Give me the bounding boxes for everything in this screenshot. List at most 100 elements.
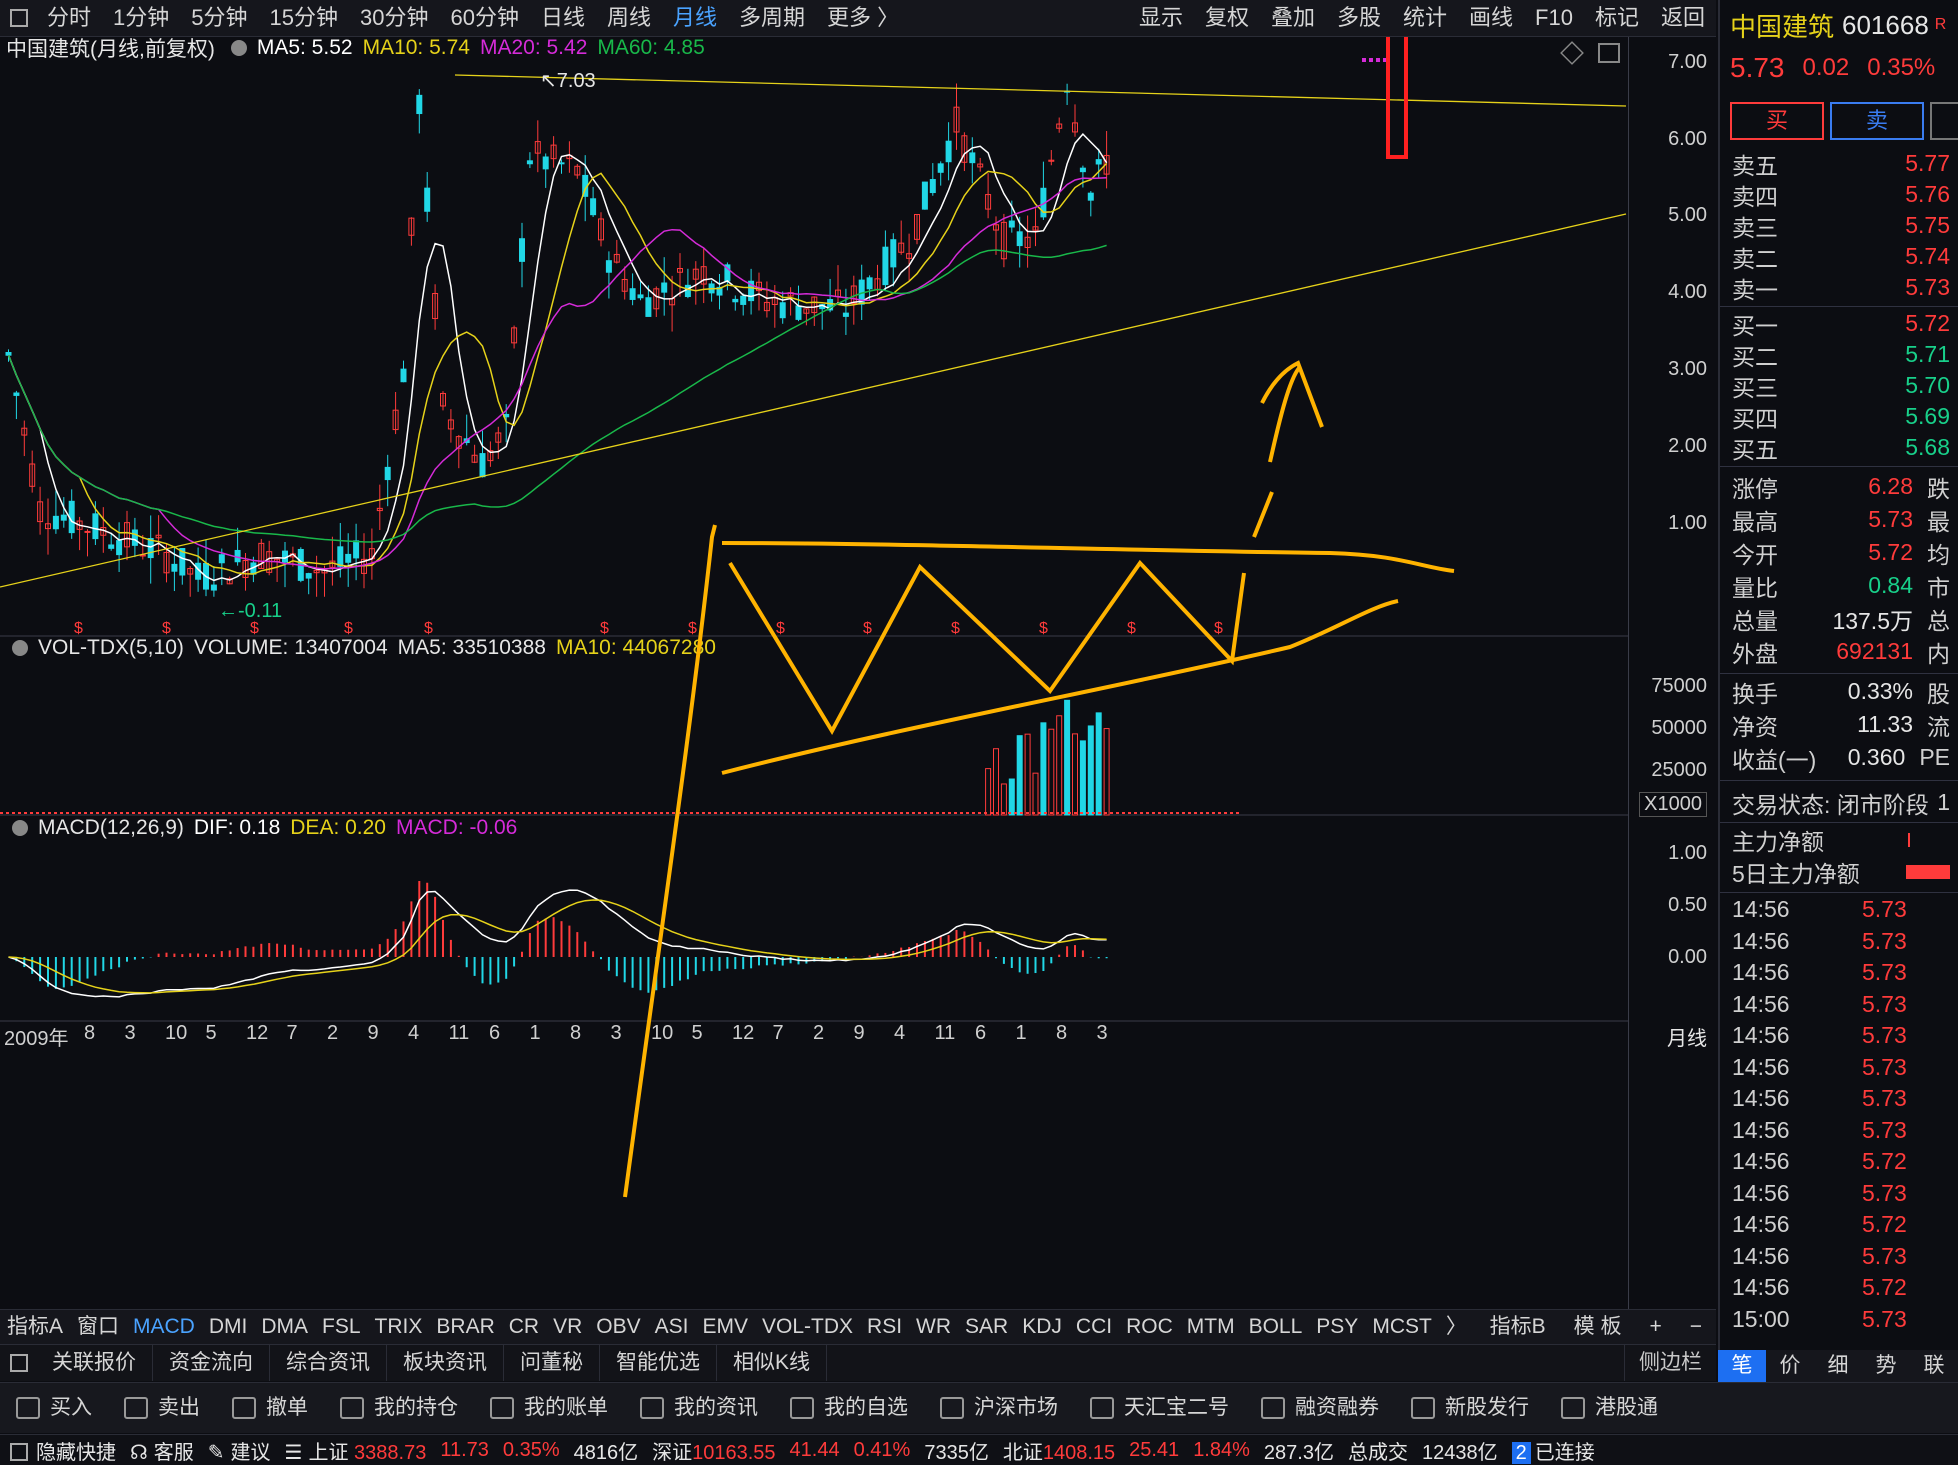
- chart-tool-button[interactable]: 复权: [1194, 0, 1260, 36]
- indicator-tab[interactable]: CCI: [1069, 1310, 1119, 1344]
- indicator-right-tab[interactable]: 模 板: [1560, 1310, 1636, 1344]
- info-tab[interactable]: 资金流向: [153, 1345, 270, 1381]
- indicator-tab[interactable]: OBV: [589, 1310, 647, 1344]
- quote-value: 5.75: [1905, 212, 1950, 238]
- detail-tab[interactable]: 细: [1814, 1350, 1862, 1382]
- info-tab[interactable]: 综合资讯: [270, 1345, 387, 1381]
- toolbar-button[interactable]: 港股通: [1545, 1383, 1674, 1433]
- indicator-tab[interactable]: BRAR: [429, 1310, 501, 1344]
- buy-button[interactable]: 买: [1730, 102, 1824, 140]
- indicator-tab[interactable]: FSL: [315, 1310, 368, 1344]
- indicator-tab[interactable]: TRIX: [368, 1310, 430, 1344]
- period-tab[interactable]: 月线: [662, 0, 728, 36]
- service-button[interactable]: ☊ 客服: [130, 1436, 194, 1465]
- sz-index[interactable]: 深证10163.55: [652, 1436, 775, 1465]
- volume-bar: [1079, 740, 1086, 816]
- quote-row: 量比 0.84 市: [1720, 569, 1958, 602]
- period-tab[interactable]: 60分钟: [439, 0, 529, 36]
- chart-canvas[interactable]: ↖7.03←-0.11$ $ $ $ $ $ $ $ $ $ $ $ $: [0, 37, 1628, 1309]
- quote-extra: 最: [1927, 508, 1950, 535]
- candle-body: [116, 540, 123, 556]
- indicator-tab[interactable]: PSY: [1309, 1310, 1365, 1344]
- period-tab[interactable]: 15分钟: [259, 0, 349, 36]
- chart-tool-button[interactable]: 画线: [1458, 0, 1524, 36]
- period-tab[interactable]: 日线: [530, 0, 596, 36]
- menu-toggle-icon[interactable]: [10, 9, 28, 27]
- period-tab[interactable]: 分时: [36, 0, 102, 36]
- toolbar-label: 我的资讯: [674, 1396, 758, 1419]
- period-tab[interactable]: 1分钟: [102, 0, 180, 36]
- indicator-tab[interactable]: WR: [909, 1310, 958, 1344]
- period-tab[interactable]: 5分钟: [180, 0, 258, 36]
- chart-tool-button[interactable]: 显示: [1128, 0, 1194, 36]
- connection-status[interactable]: 2 已连接: [1511, 1436, 1595, 1465]
- indicator-tab[interactable]: VOL-TDX: [755, 1310, 860, 1344]
- indicator-tab[interactable]: SAR: [958, 1310, 1015, 1344]
- chart-tool-button[interactable]: 返回: [1650, 0, 1716, 36]
- info-tab[interactable]: 相似K线: [717, 1345, 828, 1381]
- indicator-tab[interactable]: 指标A: [0, 1310, 70, 1344]
- toolbar-button[interactable]: 融资融券: [1245, 1383, 1395, 1433]
- indicator-tab[interactable]: DMA: [254, 1310, 315, 1344]
- indicator-tab[interactable]: 窗口: [70, 1310, 126, 1344]
- indicator-tab[interactable]: MACD: [126, 1310, 202, 1344]
- info-tab[interactable]: 问董秘: [504, 1345, 600, 1381]
- indicator-tab[interactable]: EMV: [696, 1310, 756, 1344]
- period-tab[interactable]: 周线: [596, 0, 662, 36]
- indicator-tab[interactable]: CR: [502, 1310, 546, 1344]
- toolbar-button[interactable]: 卖出: [108, 1383, 216, 1433]
- indicator-tab[interactable]: MTM: [1180, 1310, 1242, 1344]
- hide-shortcuts-button[interactable]: 隐藏快捷: [10, 1436, 116, 1465]
- toolbar-button[interactable]: 撤单: [216, 1383, 324, 1433]
- toolbar-button[interactable]: 买入: [0, 1383, 108, 1433]
- indicator-tab[interactable]: MCST: [1365, 1310, 1439, 1344]
- toolbar-button[interactable]: 我的资讯: [624, 1383, 774, 1433]
- detail-tab[interactable]: 势: [1862, 1350, 1910, 1382]
- toolbar-icon: [124, 1397, 148, 1419]
- chart-tool-button[interactable]: 标记: [1584, 0, 1650, 36]
- chart-tool-button[interactable]: 统计: [1392, 0, 1458, 36]
- indicator-right-tab[interactable]: +: [1635, 1310, 1675, 1344]
- detail-tab[interactable]: 联: [1910, 1350, 1958, 1382]
- quote-value: 5.77: [1905, 150, 1950, 176]
- tick-row: 14:56 5.73: [1720, 1178, 1958, 1210]
- chart-tool-button[interactable]: 多股: [1326, 0, 1392, 36]
- period-tab[interactable]: 多周期: [728, 0, 816, 36]
- indicator-tab[interactable]: 〉: [1439, 1310, 1474, 1344]
- bz-index[interactable]: 北证1408.15: [1003, 1436, 1115, 1465]
- detail-tab[interactable]: 笔: [1718, 1350, 1766, 1382]
- sh-index[interactable]: ☰ 上证 3388.73: [285, 1436, 427, 1465]
- toolbar-button[interactable]: 我的持仓: [324, 1383, 474, 1433]
- more-button[interactable]: [1930, 102, 1958, 140]
- period-tab[interactable]: 更多 〉: [816, 0, 910, 36]
- chart-tool-button[interactable]: F10: [1524, 0, 1584, 36]
- info-tab[interactable]: 智能优选: [600, 1345, 717, 1381]
- toolbar-button[interactable]: 我的账单: [474, 1383, 624, 1433]
- info-tab[interactable]: 关联报价: [36, 1345, 153, 1381]
- indicator-tab[interactable]: KDJ: [1015, 1310, 1069, 1344]
- indicator-tab[interactable]: VR: [546, 1310, 589, 1344]
- info-tabs: 关联报价 资金流向 综合资讯 板块资讯 问董秘 智能优选 相似K线 侧边栏: [0, 1344, 1716, 1381]
- period-tab[interactable]: 30分钟: [349, 0, 439, 36]
- kline-chart-area[interactable]: 中国建筑(月线,前复权) MA5: 5.52 MA10: 5.74 MA20: …: [0, 36, 1716, 1317]
- tick-row: 14:56 5.73: [1720, 1052, 1958, 1084]
- suggest-button[interactable]: ✎ 建议: [208, 1436, 271, 1465]
- chart-tool-button[interactable]: 叠加: [1260, 0, 1326, 36]
- toolbar-button[interactable]: 沪深市场: [924, 1383, 1074, 1433]
- indicator-tab[interactable]: ROC: [1119, 1310, 1180, 1344]
- collapse-icon[interactable]: [10, 1354, 28, 1372]
- indicator-right-tab[interactable]: 指标B: [1476, 1310, 1560, 1344]
- indicator-tab[interactable]: ASI: [648, 1310, 696, 1344]
- indicator-tab[interactable]: BOLL: [1242, 1310, 1310, 1344]
- indicator-right-tab[interactable]: −: [1676, 1310, 1716, 1344]
- toolbar-button[interactable]: 我的自选: [774, 1383, 924, 1433]
- indicator-tab[interactable]: RSI: [860, 1310, 909, 1344]
- indicator-tab[interactable]: DMI: [202, 1310, 255, 1344]
- toolbar-button[interactable]: 新股发行: [1395, 1383, 1545, 1433]
- sidebar-button[interactable]: 侧边栏: [1624, 1345, 1716, 1381]
- sell-button[interactable]: 卖: [1830, 102, 1924, 140]
- candle-body: [937, 163, 944, 173]
- toolbar-button[interactable]: 天汇宝二号: [1074, 1383, 1245, 1433]
- detail-tab[interactable]: 价: [1766, 1350, 1814, 1382]
- info-tab[interactable]: 板块资讯: [387, 1345, 504, 1381]
